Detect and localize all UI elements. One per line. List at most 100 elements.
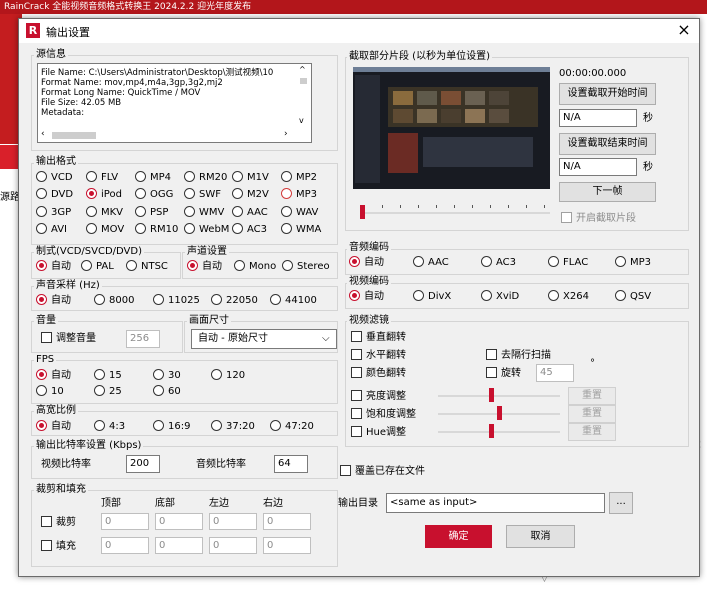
radio-button[interactable] [36,188,47,199]
browse-button[interactable]: ... [609,492,633,514]
crop-bottom-input[interactable]: 0 [155,513,203,530]
radio-button[interactable] [615,256,626,267]
radio-fps-30[interactable]: 30 [153,369,181,382]
radio-button[interactable] [548,256,559,267]
frame-size-select[interactable]: 自动 - 原始尺寸 ⌵ [191,329,337,349]
radio-aspect-4-3[interactable]: 4:3 [94,420,125,433]
radio-format-wma[interactable]: WMA [281,223,321,236]
scroll-thumb[interactable] [300,78,307,84]
radio-fps-15[interactable]: 15 [94,369,122,382]
hue-slider-thumb[interactable] [489,424,495,438]
pad-left-input[interactable]: 0 [209,537,257,554]
radio-fps-10[interactable]: 10 [36,385,64,398]
pad-bottom-input[interactable]: 0 [155,537,203,554]
radio-button[interactable] [413,290,424,301]
radio-acodec-ac3[interactable]: AC3 [481,256,516,269]
source-info-box[interactable]: File Name: C:\Users\Administrator\Deskto… [37,63,312,143]
radio-button[interactable] [94,369,105,380]
radio-button[interactable] [81,260,92,271]
crop-checkbox[interactable]: 裁剪 [41,516,76,529]
radio-button[interactable] [94,294,105,305]
radio-format-m1v[interactable]: M1V [232,171,269,184]
radio-button[interactable] [184,223,195,234]
crop-left-input[interactable]: 0 [209,513,257,530]
radio-button[interactable] [211,420,222,431]
clip-slider-track[interactable] [362,212,550,214]
hflip-checkbox[interactable]: 水平翻转 [351,349,406,362]
radio-button[interactable] [187,260,198,271]
hue-checkbox[interactable]: Hue调整 [351,426,406,439]
radio-button[interactable] [232,206,243,217]
radio-button[interactable] [36,294,47,305]
radio-format-rm20[interactable]: RM20 [184,171,227,184]
radio-button[interactable] [135,188,146,199]
end-time-input[interactable]: N/A [559,158,637,176]
radio-acodec-mp3[interactable]: MP3 [615,256,651,269]
set-end-button[interactable]: 设置截取结束时间 [559,133,656,155]
radio-button[interactable] [135,223,146,234]
radio-button[interactable] [234,260,245,271]
radio-format-avi[interactable]: AVI [36,223,67,236]
set-start-button[interactable]: 设置截取开始时间 [559,83,656,105]
radio-standard-ntsc[interactable]: NTSC [126,260,168,273]
radio-button[interactable] [36,206,47,217]
radio-rate-22050[interactable]: 22050 [211,294,258,307]
radio-button[interactable] [86,206,97,217]
radio-fps-25[interactable]: 25 [94,385,122,398]
crop-right-input[interactable]: 0 [263,513,311,530]
radio-vcodec-xvid[interactable]: XviD [481,290,519,303]
crop-top-input[interactable]: 0 [101,513,149,530]
radio-rate-auto[interactable]: 自动 [36,294,71,307]
radio-standard-auto[interactable]: 自动 [36,260,71,273]
radio-button[interactable] [184,188,195,199]
radio-format-dvd[interactable]: DVD [36,188,73,201]
cancel-button[interactable]: 取消 [506,525,575,548]
rotate-input[interactable]: 45 [536,364,574,382]
radio-fps-120[interactable]: 120 [211,369,245,382]
radio-format-ogg[interactable]: OGG [135,188,173,201]
radio-button[interactable] [184,171,195,182]
radio-button[interactable] [36,369,47,380]
volume-input[interactable]: 256 [126,330,160,348]
radio-button[interactable] [548,290,559,301]
enable-clip-checkbox[interactable]: 开启截取片段 [561,212,636,225]
clip-slider-thumb[interactable] [360,205,365,219]
pad-right-input[interactable]: 0 [263,537,311,554]
output-dir-input[interactable]: <same as input> [386,493,605,513]
next-frame-button[interactable]: 下一帧 [559,182,656,202]
radio-channel-auto[interactable]: 自动 [187,260,222,273]
radio-button[interactable] [615,290,626,301]
brightness-slider-thumb[interactable] [489,388,495,402]
radio-aspect-16-9[interactable]: 16:9 [153,420,190,433]
rotate-checkbox[interactable]: 旋转 [486,367,521,380]
radio-format-flv[interactable]: FLV [86,171,118,184]
radio-button[interactable] [86,171,97,182]
scroll-thumb-horizontal[interactable] [52,132,96,139]
radio-format-mov[interactable]: MOV [86,223,124,236]
radio-button[interactable] [281,206,292,217]
radio-rate-11025[interactable]: 11025 [153,294,200,307]
radio-button[interactable] [86,223,97,234]
radio-button[interactable] [36,171,47,182]
radio-format-rm10[interactable]: RM10 [135,223,178,236]
radio-button[interactable] [211,369,222,380]
radio-format-webm[interactable]: WebM [184,223,229,236]
radio-standard-pal[interactable]: PAL [81,260,114,273]
radio-format-aac[interactable]: AAC [232,206,268,219]
radio-fps-60[interactable]: 60 [153,385,181,398]
radio-button[interactable] [135,171,146,182]
radio-vcodec-qsv[interactable]: QSV [615,290,651,303]
close-icon[interactable]: × [673,20,695,39]
radio-button[interactable] [281,223,292,234]
deinterlace-checkbox[interactable]: 去隔行扫描 [486,349,551,362]
invert-color-checkbox[interactable]: 颜色翻转 [351,367,406,380]
radio-button[interactable] [94,420,105,431]
audio-bitrate-input[interactable]: 64 [274,455,308,473]
radio-button[interactable] [94,385,105,396]
radio-format-ac3[interactable]: AC3 [232,223,267,236]
scroll-left-icon[interactable]: ‹ [41,129,45,139]
radio-channel-stereo[interactable]: Stereo [282,260,330,273]
vertical-scrollbar[interactable]: ^ v [296,64,311,129]
radio-aspect-37-20[interactable]: 37:20 [211,420,255,433]
brightness-checkbox[interactable]: 亮度调整 [351,390,406,403]
